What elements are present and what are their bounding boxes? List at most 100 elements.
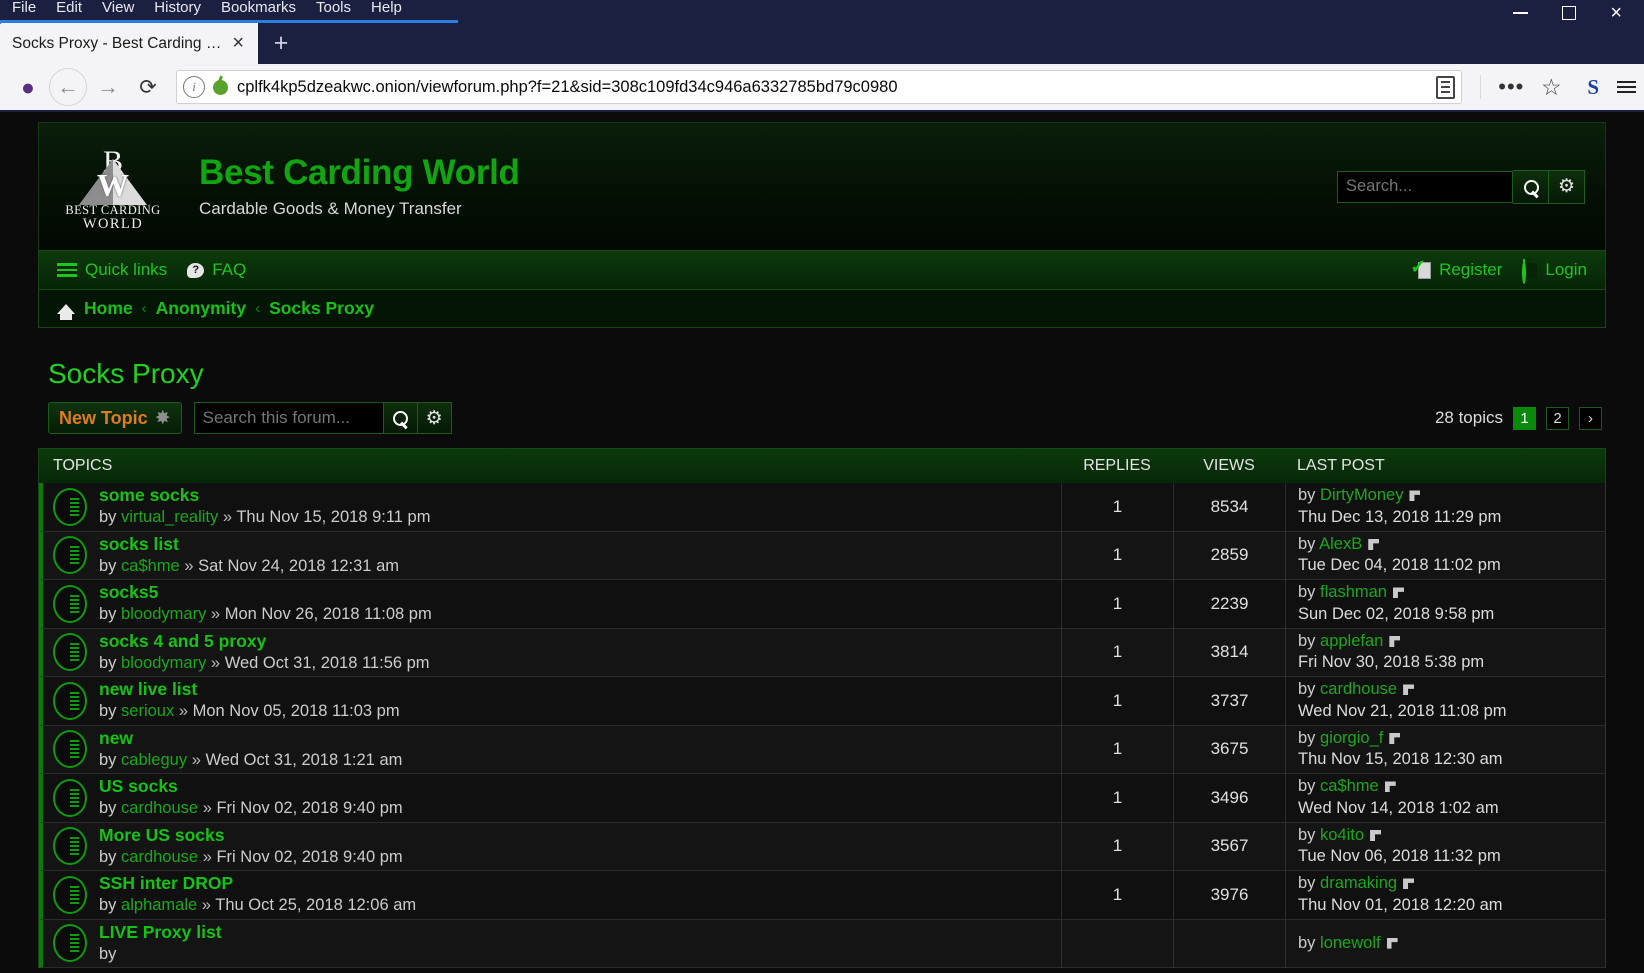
next-page-button[interactable]: › — [1579, 406, 1602, 430]
table-body: some socks by virtual_reality » Thu Nov 1… — [39, 483, 1605, 968]
menu-edit[interactable]: Edit — [56, 0, 82, 16]
new-topic-button[interactable]: New Topic ✸ — [48, 402, 182, 434]
bookmark-star-icon[interactable]: ☆ — [1531, 67, 1571, 107]
menu-history[interactable]: History — [154, 0, 201, 16]
maximize-button[interactable] — [1562, 6, 1577, 20]
topic-title-link[interactable]: socks 4 and 5 proxy — [99, 630, 266, 653]
search-button[interactable] — [1513, 169, 1549, 204]
topic-author-link[interactable]: alphamale — [121, 896, 197, 914]
topic-title-link[interactable]: new live list — [99, 678, 197, 701]
topic-author-link[interactable]: ca$hme — [121, 557, 180, 575]
topic-title-link[interactable]: LIVE Proxy list — [99, 921, 222, 944]
last-post-author-link[interactable]: giorgio_f — [1320, 729, 1383, 747]
page-button-1[interactable]: 1 — [1513, 406, 1536, 430]
forward-button[interactable]: → — [88, 67, 128, 107]
topic-title-link[interactable]: US socks — [99, 775, 178, 798]
login-label: Login — [1545, 260, 1587, 279]
last-post-author-link[interactable]: AlexB — [1319, 535, 1362, 553]
back-button[interactable]: ← — [48, 67, 88, 107]
menu-file[interactable]: File — [12, 0, 36, 16]
new-tab-button[interactable]: + — [262, 23, 300, 64]
app-menu-icon[interactable] — [1617, 81, 1636, 93]
topic-title-link[interactable]: socks5 — [99, 581, 158, 604]
table-row[interactable]: socks 4 and 5 proxy by bloodymary » Wed O… — [39, 628, 1605, 677]
topic-title-link[interactable]: some socks — [99, 484, 199, 507]
home-icon[interactable] — [57, 303, 75, 320]
advanced-search-button[interactable]: ⚙ — [1549, 169, 1585, 204]
topic-author-link[interactable]: virtual_reality — [121, 508, 218, 526]
page-button-2[interactable]: 2 — [1546, 406, 1569, 430]
goto-last-post-icon[interactable] — [1403, 878, 1415, 890]
topic-author-link[interactable]: bloodymary — [121, 654, 206, 672]
goto-last-post-icon[interactable] — [1403, 684, 1415, 696]
register-link[interactable]: Register — [1410, 258, 1502, 280]
forum-search-button[interactable] — [383, 402, 418, 434]
topic-date: Thu Oct 25, 2018 12:06 am — [215, 896, 417, 915]
topic-title-link[interactable]: new — [99, 727, 133, 750]
table-row[interactable]: new by cableguy » Wed Oct 31, 2018 1:21 a… — [39, 725, 1605, 774]
menu-help[interactable]: Help — [371, 0, 402, 16]
tab-socks-proxy[interactable]: Socks Proxy - Best Carding World × — [0, 23, 258, 64]
table-row[interactable]: socks list by ca$hme » Sat Nov 24, 2018 1… — [39, 531, 1605, 580]
topic-author-link[interactable]: cardhouse — [121, 799, 198, 817]
table-row[interactable]: US socks by cardhouse » Fri Nov 02, 2018 … — [39, 774, 1605, 823]
topic-title-link[interactable]: socks list — [99, 533, 179, 556]
site-logo-icon[interactable]: B C W BEST CARDING WORLD — [65, 139, 161, 235]
breadcrumb-item-home[interactable]: Home — [84, 298, 133, 319]
last-post-author-link[interactable]: DirtyMoney — [1320, 486, 1403, 504]
search-input[interactable] — [1337, 170, 1513, 203]
goto-last-post-icon[interactable] — [1370, 829, 1382, 841]
menu-view[interactable]: View — [102, 0, 134, 16]
topic-cell: More US socks by cardhouse » Fri Nov 02, … — [43, 823, 1061, 871]
goto-last-post-icon[interactable] — [1389, 635, 1401, 647]
breadcrumb-item-anonymity[interactable]: Anonymity — [156, 298, 246, 319]
minimize-button[interactable] — [1513, 12, 1529, 14]
site-title[interactable]: Best Carding World — [199, 154, 520, 193]
last-post-author-link[interactable]: cardhouse — [1320, 680, 1397, 698]
login-link[interactable]: Login — [1522, 257, 1587, 284]
goto-last-post-icon[interactable] — [1409, 490, 1421, 502]
goto-last-post-icon[interactable] — [1384, 781, 1396, 793]
topic-author-link[interactable]: serioux — [121, 702, 174, 720]
tor-onion-icon[interactable]: ● — [8, 67, 48, 107]
search-forum-input[interactable] — [193, 402, 384, 434]
page-actions-icon[interactable]: ••• — [1491, 67, 1531, 107]
last-post-author-link[interactable]: ca$hme — [1320, 777, 1379, 795]
last-post-author-link[interactable]: applefan — [1320, 632, 1383, 650]
extension-icon[interactable]: S — [1587, 75, 1599, 100]
info-icon[interactable]: i — [183, 76, 205, 98]
reload-button[interactable]: ⟳ — [128, 67, 168, 107]
goto-last-post-icon[interactable] — [1392, 587, 1404, 599]
table-row[interactable]: SSH inter DROP by alphamale » Thu Oct 25,… — [39, 871, 1605, 920]
topic-author-link[interactable]: cardhouse — [121, 848, 198, 866]
quick-links-button[interactable]: Quick links — [57, 260, 167, 280]
close-icon[interactable]: × — [226, 32, 250, 55]
faq-link[interactable]: ? FAQ — [187, 260, 246, 280]
last-post-author-link[interactable]: flashman — [1320, 583, 1387, 601]
topic-title-link[interactable]: SSH inter DROP — [99, 872, 233, 895]
last-post-author-link[interactable]: ko4ito — [1320, 826, 1364, 844]
column-header-last-post: LAST POST — [1297, 457, 1385, 474]
last-post-author-link[interactable]: lonewolf — [1320, 934, 1381, 952]
goto-last-post-icon[interactable] — [1389, 732, 1401, 744]
table-row[interactable]: More US socks by cardhouse » Fri Nov 02, … — [39, 822, 1605, 871]
gear-icon: ⚙ — [1557, 176, 1576, 197]
menu-tools[interactable]: Tools — [316, 0, 351, 16]
breadcrumb-item-socks-proxy[interactable]: Socks Proxy — [269, 298, 374, 319]
table-row[interactable]: new live list by serioux » Mon Nov 05, 20… — [39, 677, 1605, 726]
goto-last-post-icon[interactable] — [1368, 538, 1380, 550]
last-post-cell: by applefan Fri Nov 30, 2018 5:38 pm — [1285, 628, 1605, 676]
table-row[interactable]: some socks by virtual_reality » Thu Nov 1… — [39, 483, 1605, 532]
table-row[interactable]: socks5 by bloodymary » Mon Nov 26, 2018 1… — [39, 580, 1605, 629]
reader-view-icon[interactable] — [1436, 75, 1456, 99]
menu-bookmarks[interactable]: Bookmarks — [221, 0, 296, 16]
topic-title-link[interactable]: More US socks — [99, 824, 224, 847]
table-row[interactable]: LIVE Proxy list by by lonewolf — [39, 919, 1605, 968]
topic-cell: US socks by cardhouse » Fri Nov 02, 2018 … — [43, 774, 1061, 822]
topic-author-link[interactable]: cableguy — [121, 751, 187, 769]
goto-last-post-icon[interactable] — [1386, 937, 1398, 949]
url-bar[interactable]: i cplfk4kp5dzeakwc.onion/viewforum.php?f… — [176, 70, 1463, 104]
topic-author-link[interactable]: bloodymary — [121, 605, 206, 623]
last-post-author-link[interactable]: dramaking — [1320, 874, 1397, 892]
forum-search-options-button[interactable]: ⚙ — [417, 402, 452, 434]
